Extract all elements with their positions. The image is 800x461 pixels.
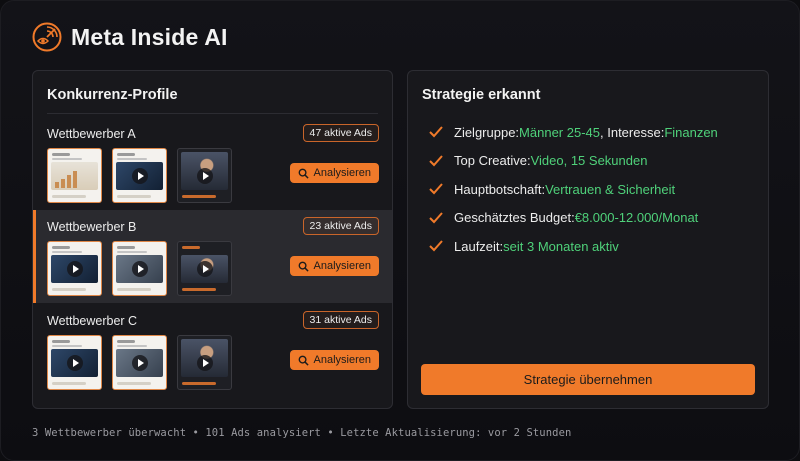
panel-title: Strategie erkannt bbox=[422, 87, 541, 103]
ad-thumbnail-video[interactable] bbox=[112, 335, 167, 390]
ad-thumbnails bbox=[47, 241, 232, 296]
status-footer: 3 Wettbewerber überwacht • 101 Ads analy… bbox=[32, 427, 572, 439]
strategy-item-target-group: Zielgruppe: Männer 25-45, Interesse: Fin… bbox=[428, 118, 718, 147]
check-icon bbox=[429, 212, 443, 224]
ads-count-badge: 23 aktive Ads bbox=[302, 217, 379, 235]
search-icon bbox=[298, 168, 309, 179]
competitor-row-a[interactable]: Wettbewerber A 47 aktive Ads Analysieren bbox=[33, 117, 392, 210]
play-icon bbox=[66, 355, 83, 371]
ad-thumbnails bbox=[47, 148, 232, 203]
check-icon bbox=[429, 126, 443, 138]
competitor-profiles-panel: Konkurrenz-Profile Wettbewerber A 47 akt… bbox=[32, 70, 393, 409]
search-icon bbox=[298, 355, 309, 366]
analyze-label: Analysieren bbox=[313, 260, 371, 272]
strategy-item-main-message: Hauptbotschaft: Vertrauen & Sicherheit bbox=[428, 175, 718, 204]
strategy-item-budget: Geschätztes Budget: €8.000-12.000/Monat bbox=[428, 204, 718, 233]
search-icon bbox=[298, 261, 309, 272]
ad-thumbnail-video[interactable] bbox=[112, 241, 167, 296]
adopt-strategy-button[interactable]: Strategie übernehmen bbox=[421, 364, 755, 395]
ad-thumbnails bbox=[47, 335, 232, 390]
play-icon bbox=[196, 168, 213, 184]
strategy-list: Zielgruppe: Männer 25-45, Interesse: Fin… bbox=[428, 118, 718, 261]
strategy-panel: Strategie erkannt Zielgruppe: Männer 25-… bbox=[407, 70, 769, 409]
play-icon bbox=[131, 261, 148, 277]
ad-thumbnail-video[interactable] bbox=[177, 241, 232, 296]
play-icon bbox=[131, 355, 148, 371]
analyze-button[interactable]: Analysieren bbox=[289, 256, 379, 276]
competitor-name: Wettbewerber C bbox=[47, 314, 138, 328]
competitor-row-b[interactable]: Wettbewerber B 23 aktive Ads Analysieren bbox=[33, 210, 392, 303]
strategy-item-top-creative: Top Creative: Video, 15 Sekunden bbox=[428, 147, 718, 176]
ads-count-badge: 47 aktive Ads bbox=[302, 124, 379, 142]
competitor-name: Wettbewerber A bbox=[47, 127, 136, 141]
ad-thumbnail-video[interactable] bbox=[112, 148, 167, 203]
analyze-button[interactable]: Analysieren bbox=[289, 350, 379, 370]
ad-thumbnail-chart[interactable] bbox=[47, 148, 102, 203]
ad-thumbnail-video[interactable] bbox=[47, 335, 102, 390]
strategy-item-runtime: Laufzeit: seit 3 Monaten aktiv bbox=[428, 232, 718, 261]
analyze-button[interactable]: Analysieren bbox=[289, 163, 379, 183]
ad-thumbnail-video[interactable] bbox=[177, 148, 232, 203]
analyze-label: Analysieren bbox=[313, 167, 371, 179]
check-icon bbox=[429, 155, 443, 167]
app-title: Meta Inside AI bbox=[71, 23, 228, 50]
check-icon bbox=[429, 183, 443, 195]
play-icon bbox=[196, 261, 213, 277]
ads-count-badge: 31 aktive Ads bbox=[302, 311, 379, 329]
play-icon bbox=[131, 168, 148, 184]
ad-thumbnail-video[interactable] bbox=[47, 241, 102, 296]
play-icon bbox=[196, 355, 213, 371]
panel-title: Konkurrenz-Profile bbox=[47, 87, 178, 103]
competitor-row-c[interactable]: Wettbewerber C 31 aktive Ads Analysieren bbox=[33, 304, 392, 397]
app-header: Meta Inside AI bbox=[32, 22, 228, 52]
analyze-label: Analysieren bbox=[313, 354, 371, 366]
ad-thumbnail-video[interactable] bbox=[177, 335, 232, 390]
divider bbox=[47, 113, 378, 114]
play-icon bbox=[66, 261, 83, 277]
radar-eye-icon bbox=[32, 22, 62, 52]
check-icon bbox=[429, 240, 443, 252]
competitor-name: Wettbewerber B bbox=[47, 220, 137, 234]
